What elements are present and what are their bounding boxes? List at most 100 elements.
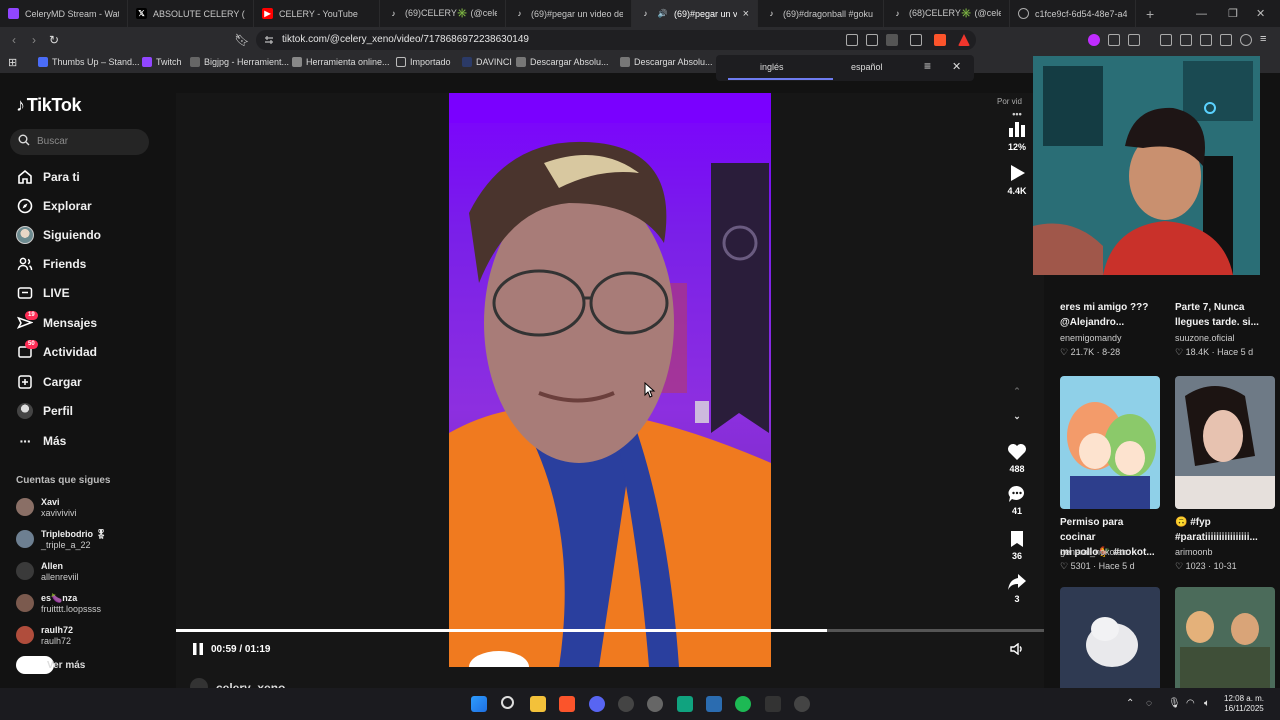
translate-target-language[interactable]: español (851, 62, 883, 72)
volume-tray-icon[interactable]: 🔈︎ (1204, 698, 1210, 709)
bookmark-item[interactable]: Descargar Absolu... (516, 57, 609, 67)
reload-button[interactable]: ↻ (46, 32, 62, 48)
bookmark-folder[interactable]: Importado (396, 57, 451, 67)
sidebar-icon[interactable] (1180, 34, 1192, 46)
bookmark-icon[interactable]: 🔖︎ (234, 32, 250, 48)
nav-para-ti[interactable]: Para ti (16, 166, 80, 188)
maximize-button[interactable]: ❐ (1228, 0, 1238, 27)
nav-mas[interactable]: ··· Más (16, 430, 67, 452)
nav-friends[interactable]: Friends (16, 253, 86, 275)
browser-tab[interactable]: 𝕏 ABSOLUTE CELERY (@The (128, 0, 254, 27)
play-count-button[interactable]: 4.4K (997, 163, 1037, 196)
scroll-down-button[interactable]: ⌄ (997, 411, 1037, 422)
forward-button[interactable]: › (26, 32, 42, 48)
spotify-icon[interactable] (735, 696, 751, 712)
search-input[interactable]: Buscar (10, 129, 149, 155)
brave-shield-icon[interactable] (934, 34, 946, 46)
video-card-user: general_nokotan (1060, 547, 1128, 557)
video-progress-bar[interactable] (176, 629, 1044, 632)
nav-cargar[interactable]: Cargar (16, 371, 82, 393)
wifi-icon[interactable]: ◠ (1186, 698, 1195, 709)
back-button[interactable]: ‹ (6, 32, 22, 48)
browser-tab[interactable]: ♪ (69)#pegar un video de C (506, 0, 632, 27)
media-player-icon[interactable] (794, 696, 810, 712)
scroll-up-button[interactable]: ⌃ (997, 386, 1037, 397)
davinci-resolve-icon[interactable] (765, 696, 781, 712)
file-explorer-icon[interactable] (530, 696, 546, 712)
brave-browser-icon[interactable] (559, 696, 575, 712)
close-window-button[interactable]: ✕ (1256, 0, 1265, 27)
new-tab-button[interactable]: + (1136, 6, 1164, 22)
menu-icon[interactable]: ≡ (1260, 34, 1272, 46)
followed-account[interactable]: Allen allenreviil (16, 557, 79, 585)
browser-tab[interactable]: c1fce9cf-6d54-48e7-a462 (1010, 0, 1136, 27)
search-icon[interactable] (501, 696, 514, 709)
like-button[interactable]: 488 (997, 443, 1037, 474)
video-player[interactable]: 00:59 / 01:19 celery_xeno Por vid ••• 12… (176, 93, 1044, 696)
tray-overflow-icon[interactable]: ⌃ (1126, 698, 1134, 709)
translate-menu-icon[interactable]: ≡ (924, 59, 931, 73)
cast-icon[interactable] (866, 34, 878, 46)
close-icon[interactable]: ✕ (952, 60, 961, 73)
nav-mensajes[interactable]: 19 Mensajes (16, 311, 97, 334)
tiktok-logo[interactable]: ♪ TikTok (16, 95, 82, 116)
windows-start-icon[interactable] (471, 696, 487, 712)
bookmark-label: Thumbs Up – Stand... (52, 57, 140, 67)
site-info-icon[interactable] (264, 35, 274, 45)
globe-icon (1018, 8, 1029, 19)
apps-grid-icon[interactable]: ⊞ (8, 56, 17, 69)
video-frame[interactable] (449, 93, 771, 667)
download-icon[interactable] (1088, 34, 1100, 46)
app-icon[interactable] (647, 696, 663, 712)
screenshot-icon[interactable] (1128, 34, 1140, 46)
wallet-icon[interactable] (1200, 34, 1212, 46)
network-icon[interactable]: ◌ (1146, 698, 1152, 709)
app-icon[interactable] (706, 696, 722, 712)
followed-account[interactable]: raulh72 raulh72 (16, 621, 73, 649)
stats-button[interactable]: 12% (997, 119, 1037, 152)
leo-ai-icon[interactable] (1220, 34, 1232, 46)
nav-explorar[interactable]: Explorar (16, 195, 92, 217)
chatgpt-icon[interactable] (677, 696, 693, 712)
share-icon[interactable] (910, 34, 922, 46)
bookmark-item[interactable]: Descargar Absolu... (620, 57, 713, 67)
browser-tab[interactable]: CeleryMD Stream - Watch (0, 0, 128, 27)
bookmark-item[interactable]: Herramienta online... (292, 57, 390, 67)
followed-account[interactable]: Xavi xavivivivi (16, 493, 77, 521)
folder-icon (396, 57, 406, 67)
browser-tab-active[interactable]: ♪ 🔊 (69)#pegar un vide × (632, 0, 758, 27)
translate-icon[interactable] (886, 34, 898, 46)
media-icon[interactable] (1160, 34, 1172, 46)
clock-date: 16/11/2025 (1224, 704, 1264, 713)
obs-icon[interactable] (618, 696, 634, 712)
pause-icon[interactable] (192, 643, 204, 655)
bookmark-item[interactable]: Thumbs Up – Stand... (38, 57, 140, 67)
share-button[interactable]: 3 (997, 573, 1037, 604)
nav-actividad[interactable]: 50 Actividad (16, 340, 97, 363)
vpn-icon[interactable] (1240, 34, 1252, 46)
bookmark-item[interactable]: Twitch (142, 57, 182, 67)
browser-tab[interactable]: ♪ (68)CELERY✳️ (@celery_x (884, 0, 1010, 27)
nav-perfil[interactable]: Perfil (16, 400, 73, 422)
close-tab-icon[interactable]: × (743, 8, 749, 20)
nav-live[interactable]: LIVE (16, 282, 70, 304)
browser-tab[interactable]: ♪ (69)CELERY✳️ (@celery_x (380, 0, 506, 27)
extensions-puzzle-icon[interactable] (1108, 34, 1120, 46)
followed-account[interactable]: es🍆nza fruitttt.loopssss (16, 589, 101, 617)
discord-icon[interactable] (589, 696, 605, 712)
volume-icon[interactable] (1010, 643, 1024, 655)
nav-siguiendo[interactable]: Siguiendo (16, 224, 101, 246)
bookmark-item[interactable]: Bigjpg - Herramient... (190, 57, 289, 67)
minimize-button[interactable]: — (1196, 0, 1207, 27)
extension-icon[interactable] (846, 34, 858, 46)
bookmark-item[interactable]: DAVINCI (462, 57, 512, 67)
system-clock[interactable]: 12:08 a. m. 16/11/2025 (1224, 694, 1264, 714)
more-options-icon[interactable]: ••• (997, 109, 1037, 119)
comment-button[interactable]: 41 (997, 485, 1037, 516)
browser-tab[interactable]: ▶ CELERY - YouTube (254, 0, 380, 27)
browser-tab[interactable]: ♪ (69)#dragonball #goku # (758, 0, 884, 27)
save-button[interactable]: 36 (997, 530, 1037, 561)
microphone-icon[interactable]: 🎙︎ (1168, 698, 1181, 709)
translate-source-language[interactable]: inglés (760, 62, 784, 72)
followed-account[interactable]: Triplebodrio 🎖 _triple_a_22 (16, 525, 107, 553)
